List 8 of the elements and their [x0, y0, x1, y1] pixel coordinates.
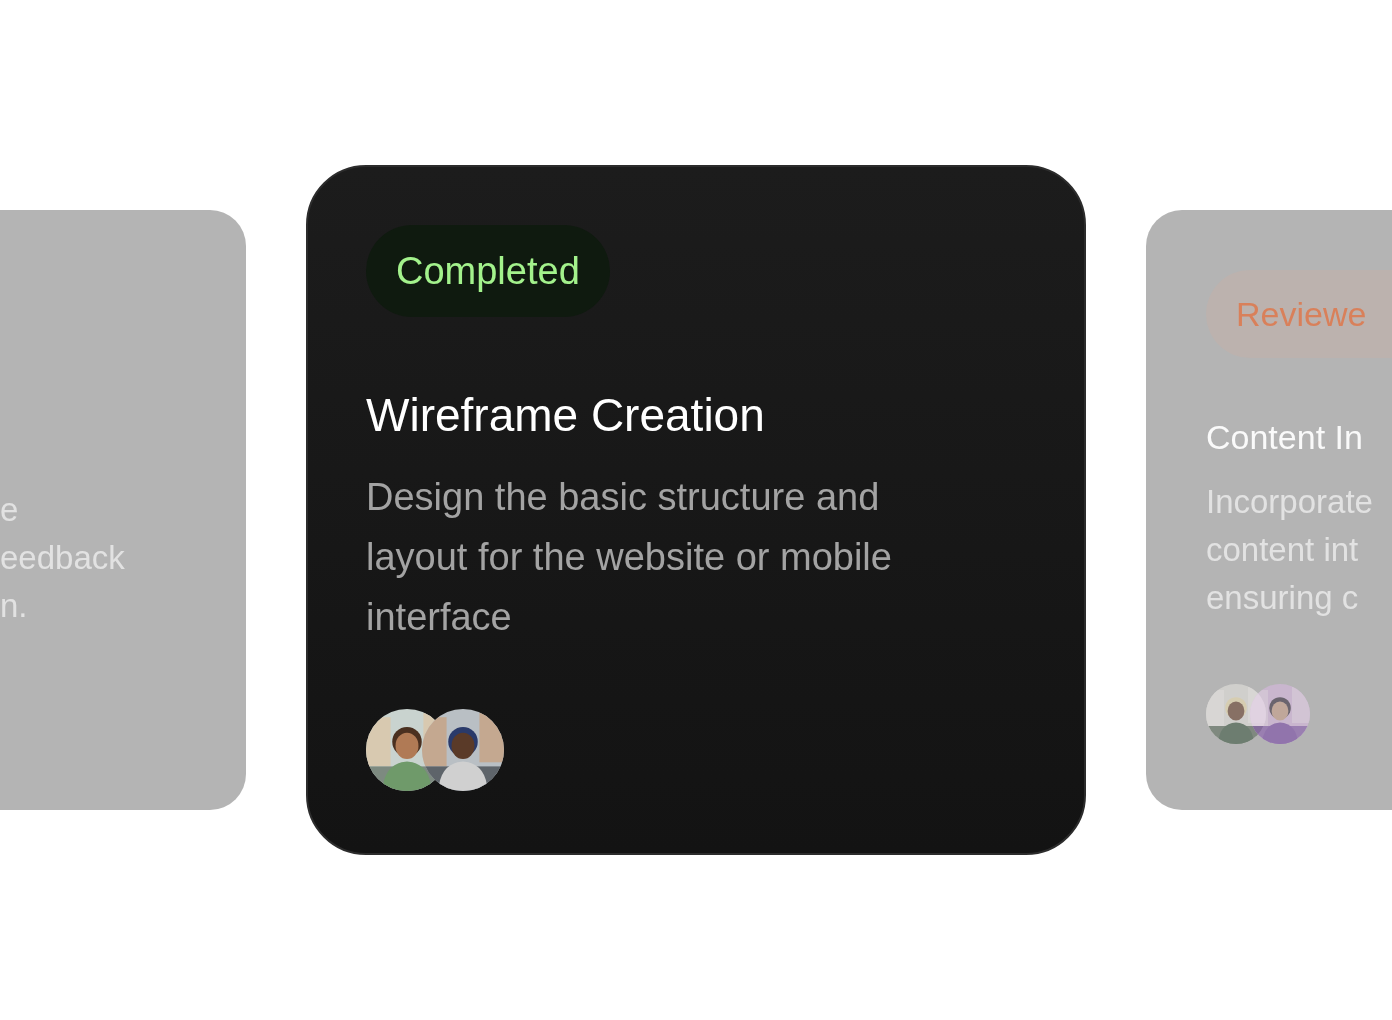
- description-line: Design the basic structure and: [366, 475, 881, 520]
- card-title: Content In: [1206, 417, 1364, 458]
- status-badge: Completed: [366, 225, 610, 317]
- card-title: Wireframe Creation: [366, 388, 766, 443]
- status-badge: Reviewe: [1206, 270, 1392, 358]
- task-card[interactable]: Completed Wireframe Creation Design the basic structure and layout for the website or mobile interface: [306, 165, 1086, 855]
- description-line: layout for the website or mobile: [366, 535, 893, 580]
- description-line: interface: [366, 595, 513, 640]
